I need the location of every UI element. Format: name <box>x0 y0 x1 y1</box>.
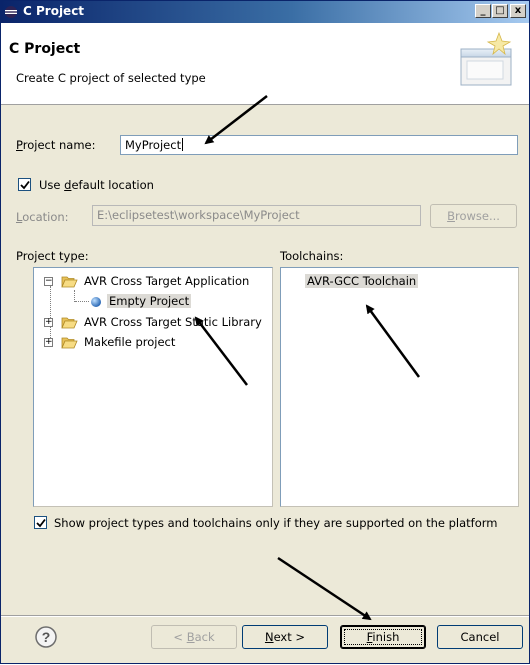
cancel-button[interactable]: Cancel <box>437 625 523 649</box>
use-default-location-label: Use default location <box>39 178 154 192</box>
title-bar: C Project _ □ x <box>1 1 529 23</box>
minimize-button[interactable]: _ <box>475 4 491 18</box>
folder-open-icon <box>61 316 78 332</box>
toolchains-label: Toolchains: <box>280 249 344 263</box>
list-item-avr-gcc-toolchain[interactable]: AVR-GCC Toolchain <box>305 274 419 288</box>
eclipse-icon <box>4 5 18 22</box>
tree-item-label: AVR Cross Target Application <box>84 274 250 288</box>
window-title: C Project <box>23 4 85 18</box>
project-name-input[interactable]: MyProject <box>120 135 518 155</box>
location-label: Location: <box>16 210 69 224</box>
use-default-location-checkbox[interactable] <box>18 178 31 191</box>
show-supported-checkbox[interactable] <box>34 516 47 529</box>
page-title: C Project <box>9 41 81 57</box>
c-project-dialog: C Project _ □ x C Project Create C proje… <box>0 0 530 664</box>
checkmark-icon <box>36 518 46 528</box>
browse-button: Browse... <box>430 204 517 228</box>
new-project-wizard-icon <box>455 27 519 94</box>
empty-project-icon <box>90 296 102 311</box>
toolchains-list[interactable]: AVR-GCC Toolchain <box>280 267 519 507</box>
checkmark-icon <box>20 180 30 190</box>
show-supported-label: Show project types and toolchains only i… <box>54 516 498 530</box>
location-input: E:\eclipsetest\workspace\MyProject <box>92 205 421 226</box>
tree-item-label: Makefile project <box>84 335 176 349</box>
button-bar-separator <box>1 615 529 617</box>
folder-open-icon <box>61 275 78 291</box>
help-button[interactable]: ? <box>35 626 57 651</box>
finish-button[interactable]: Finish <box>340 625 426 649</box>
annotation-arrow <box>277 556 372 621</box>
project-type-tree[interactable]: − AVR Cross Target Application Empty Pro… <box>33 267 273 507</box>
tree-item-label: AVR Cross Target Static Library <box>84 315 262 329</box>
folder-open-icon <box>61 336 78 352</box>
expand-icon[interactable]: + <box>44 338 53 347</box>
next-button[interactable]: Next > <box>242 625 328 649</box>
help-icon: ? <box>35 626 57 648</box>
page-description: Create C project of selected type <box>16 71 206 85</box>
close-button[interactable]: x <box>510 4 526 18</box>
collapse-icon[interactable]: − <box>44 277 53 286</box>
list-item-label: AVR-GCC Toolchain <box>305 274 419 288</box>
svg-text:?: ? <box>42 629 51 645</box>
wizard-header: C Project Create C project of selected t… <box>1 23 529 105</box>
maximize-button[interactable]: □ <box>492 4 508 18</box>
tree-item-label: Empty Project <box>107 294 192 308</box>
back-button: < Back <box>151 625 237 649</box>
project-name-label: Project name: <box>16 138 96 152</box>
project-type-label: Project type: <box>16 249 89 263</box>
expand-icon[interactable]: + <box>44 318 53 327</box>
